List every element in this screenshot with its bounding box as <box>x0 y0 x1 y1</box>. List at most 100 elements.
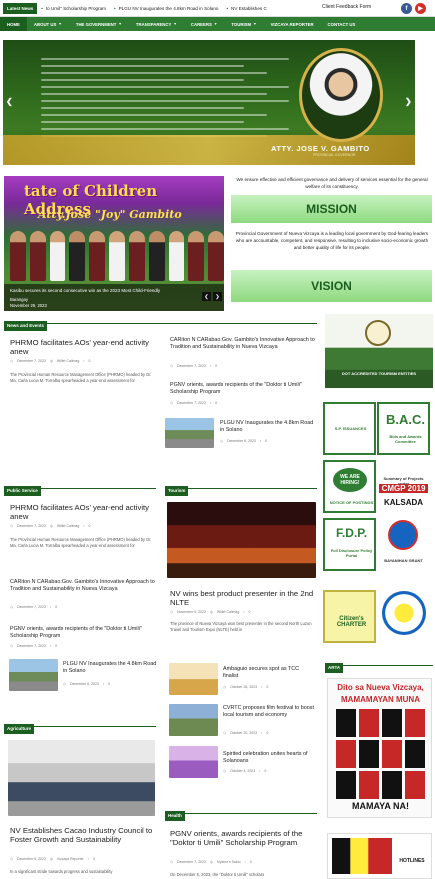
section-header-public-service: Public Service <box>4 479 156 496</box>
mission-statement: We ensure effective and efficient govern… <box>236 177 428 189</box>
comment-icon: ▪ <box>49 605 52 609</box>
hiring-badge[interactable]: WE ARE HIRING! NOTICE OF POSTINGS <box>323 460 376 513</box>
article-thumbnail[interactable] <box>169 704 218 736</box>
article-title[interactable]: PGNV orients, awards recipients of the "… <box>170 829 315 847</box>
article-thumbnail[interactable] <box>9 659 58 691</box>
nav-home[interactable]: HOME <box>0 17 27 31</box>
youtube-icon[interactable]: ▶ <box>415 3 426 14</box>
hotlines-label: HOTLINES <box>399 858 425 864</box>
section-header-agriculture: Agriculture <box>4 717 156 734</box>
ticker-item[interactable]: NV Establishes C <box>226 6 267 11</box>
nav-transparency[interactable]: TRANSPARENCY ▼ <box>129 17 184 31</box>
chevron-down-icon: ▼ <box>118 22 122 26</box>
article-author[interactable]: Willet Calimag <box>57 359 79 363</box>
cmgp-badge[interactable]: Summary of Projects under CMGP 2019 KALS… <box>377 460 430 513</box>
article-title[interactable]: PGNV orients, awards recipients of the "… <box>10 626 155 639</box>
comment-count: 0 <box>265 439 268 443</box>
comment-icon: ▪ <box>49 644 52 648</box>
nav-the-government[interactable]: THE GOVERNMENT ▼ <box>69 17 129 31</box>
nav-careers[interactable]: CAREERS ▼ <box>184 17 224 31</box>
bac-badge[interactable]: B.A.C. Bids and Awards Committee <box>377 402 430 455</box>
article-thumbnail[interactable] <box>167 502 316 578</box>
article-title[interactable]: CARiton N CARabao:Gov. Gambito's Innovat… <box>10 579 155 592</box>
client-feedback-link[interactable]: Client Feedback Form <box>322 4 371 10</box>
comment-count: 0 <box>215 401 218 405</box>
article-title[interactable]: PHRMO facilitates AOs' year-end activity… <box>10 503 155 521</box>
article-excerpt: The province of Nueva Vizcaya won best p… <box>170 621 312 632</box>
article-author[interactable]: Vizcaya Reporter <box>57 857 84 861</box>
article-date: December 6, 2023 <box>227 439 256 443</box>
next-arrow-icon[interactable]: ❯ <box>213 292 222 301</box>
comment-icon: ▪ <box>243 610 245 614</box>
ticker-item[interactable]: to Umil" Scholarship Program <box>41 6 106 11</box>
citizens-charter-badge[interactable]: Citizen's CHARTER <box>323 590 376 643</box>
arta-poster-title2: MAMAMAYAN MUNA <box>341 695 420 704</box>
slider-controls: ❮ ❯ <box>202 292 222 301</box>
article-title[interactable]: Spirited celebration unites hearts of So… <box>223 751 315 764</box>
slide-photo-people <box>4 231 224 283</box>
clock-icon: ◷ <box>10 857 14 861</box>
article-title[interactable]: PLGU NV Inaugurates the 4.8km Road in So… <box>63 661 158 674</box>
nav-tourism[interactable]: TOURISM ▼ <box>224 17 263 31</box>
prev-arrow-icon[interactable]: ❮ <box>6 97 13 106</box>
article-author[interactable]: Willet Calimag <box>217 610 239 614</box>
article-title[interactable]: NV Establishes Cacao Industry Council to… <box>10 826 155 844</box>
article-title[interactable]: PGNV orients, awards recipients of the "… <box>170 382 315 395</box>
comment-count: 0 <box>264 769 267 773</box>
article-title[interactable]: PLGU NV Inaugurates the 4.8km Road in So… <box>220 420 315 433</box>
bayanihan-badge[interactable]: BAYANIHAN GRANT <box>377 518 430 571</box>
user-icon: ◍ <box>49 524 53 528</box>
comment-icon: ▪ <box>244 860 246 864</box>
main-nav: HOME ABOUT US ▼ THE GOVERNMENT ▼ TRANSPARE… <box>0 17 435 31</box>
next-arrow-icon[interactable]: ❯ <box>405 97 412 106</box>
article-date: December 7, 2023 <box>17 644 46 648</box>
article-meta: ◷ December 7, 2023 ▪ 0 <box>170 364 217 368</box>
nav-vizcaya-reporter[interactable]: VIZCAYA REPORTER <box>264 17 321 31</box>
ticker-item[interactable]: PLGU NV Inaugurates the 4.8km Road in So… <box>114 6 219 11</box>
sp-issuances-badge[interactable]: S.P. ISSUANCES <box>323 402 376 455</box>
hotlines-poster[interactable]: HOTLINES <box>327 833 432 879</box>
facebook-icon[interactable]: f <box>401 3 412 14</box>
slide-caption-date: November 29, 2023 <box>10 303 47 308</box>
article-meta: ◷ December 7, 2023 ▪ 0 <box>170 401 217 405</box>
comment-count: 0 <box>92 857 95 861</box>
comment-count: 0 <box>266 685 269 689</box>
article-thumbnail[interactable] <box>165 418 214 448</box>
slide-caption: Kasibu secures its second consecutive wi… <box>4 284 224 311</box>
article-date: October 4, 2023 <box>230 769 256 773</box>
nav-label: TOURISM <box>231 21 252 27</box>
section-header-news: News and Events <box>4 314 317 331</box>
section-title: Public Service <box>4 486 41 496</box>
article-meta: ◷ October 4, 2023 ▪ 0 <box>223 769 266 773</box>
comment-count: 0 <box>88 524 91 528</box>
article-author[interactable]: Mylene's Sabio <box>217 860 241 864</box>
comment-icon: ▪ <box>259 439 262 443</box>
citizens-charter-label: Citizen's CHARTER <box>336 616 367 628</box>
article-thumbnail[interactable] <box>169 746 218 778</box>
article-title[interactable]: CVRTC proposes film festival to boost lo… <box>223 705 315 718</box>
dot-accredited-banner[interactable]: DOT ACCREDITED TOURISM ENTITIES <box>325 314 433 388</box>
seal-badge[interactable] <box>377 586 430 646</box>
comment-icon: ▪ <box>259 769 261 773</box>
article-title[interactable]: CARiton N CARabao:Gov. Gambito's Innovat… <box>170 337 315 350</box>
article-title[interactable]: NV wins best product presenter in the 2n… <box>170 589 315 607</box>
article-date: November 5, 2023 <box>177 610 206 614</box>
prev-arrow-icon[interactable]: ❮ <box>202 292 211 301</box>
user-icon: ◍ <box>209 610 213 614</box>
slide-caption-title[interactable]: Kasibu secures its second consecutive wi… <box>10 288 218 293</box>
news-slider[interactable]: tate of Children Address Atty.Jose "Joy"… <box>4 176 224 311</box>
article-author[interactable]: Willet Calimag <box>57 524 79 528</box>
article-thumbnail[interactable] <box>169 663 218 695</box>
arta-poster[interactable]: Dito sa Nueva Vizcaya, MAMAMAYAN MUNA MA… <box>327 678 432 818</box>
article-title[interactable]: Ambaguio secures spot as TCC finalist <box>223 666 315 679</box>
nav-label: VIZCAYA REPORTER <box>270 21 314 27</box>
article-title[interactable]: PHRMO facilitates AOs' year-end activity… <box>10 338 155 356</box>
comment-icon: ▪ <box>102 682 105 686</box>
nav-contact-us[interactable]: CONTACT US <box>321 17 363 31</box>
we-are-hiring-label: WE ARE HIRING! <box>333 468 367 492</box>
article-thumbnail[interactable] <box>8 740 155 816</box>
clock-icon: ◷ <box>10 359 14 363</box>
fdp-badge[interactable]: F.D.P. Full Disclosure Policy Portal <box>323 518 376 571</box>
article-meta: ◷ December 7, 2023 ◍ Willet Calimag ▪ 0 <box>10 359 91 363</box>
nav-about-us[interactable]: ABOUT US ▼ <box>27 17 69 31</box>
